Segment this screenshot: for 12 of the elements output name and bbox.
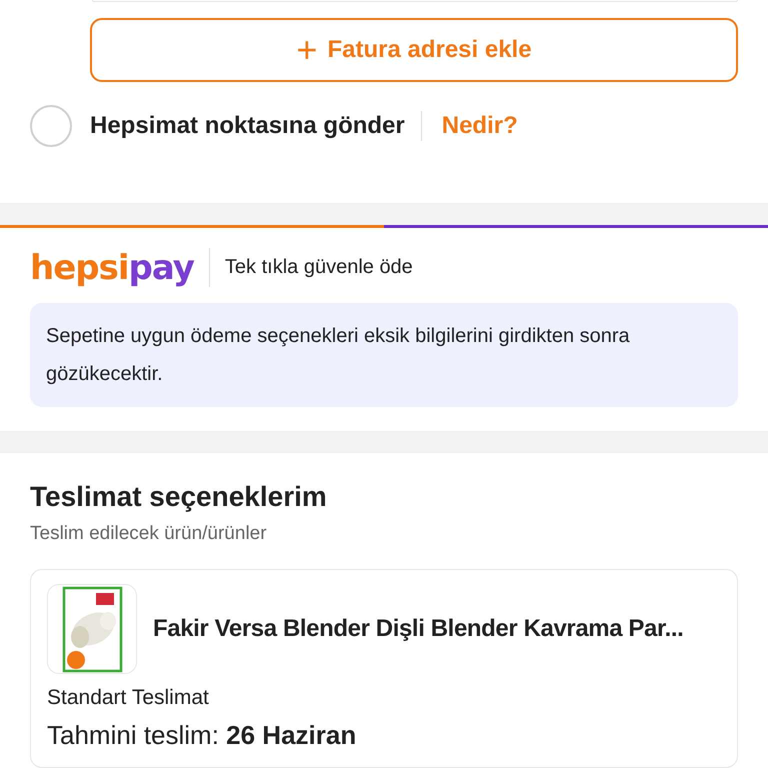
add-billing-address-button[interactable]: + Fatura adresi ekle — [90, 18, 738, 82]
info-notice: Sepetine uygun ödeme seçenekleri eksik bilgilerini girdikten sonra gözükecektir. — [30, 303, 738, 407]
product-name: Fakir Versa Blender Dişli Blender Kavrama Par... — [153, 615, 684, 643]
radio-button[interactable] — [30, 105, 72, 147]
section-title: Teslimat seçeneklerim — [30, 481, 328, 513]
delivery-method: Standart Teslimat — [47, 686, 210, 710]
tagline: Tek tıkla güvenle öde — [208, 248, 413, 287]
info-link[interactable]: Nedir? — [442, 112, 518, 140]
section-subtitle: Teslim edilecek ürün/ürünler — [30, 523, 268, 545]
pickup-option-label: Hepsimat noktasına gönder — [90, 112, 405, 140]
delivery-estimate: Tahmini teslim: 26 Haziran — [47, 720, 358, 751]
hepsipay-logo: hepsipay — [30, 250, 194, 284]
